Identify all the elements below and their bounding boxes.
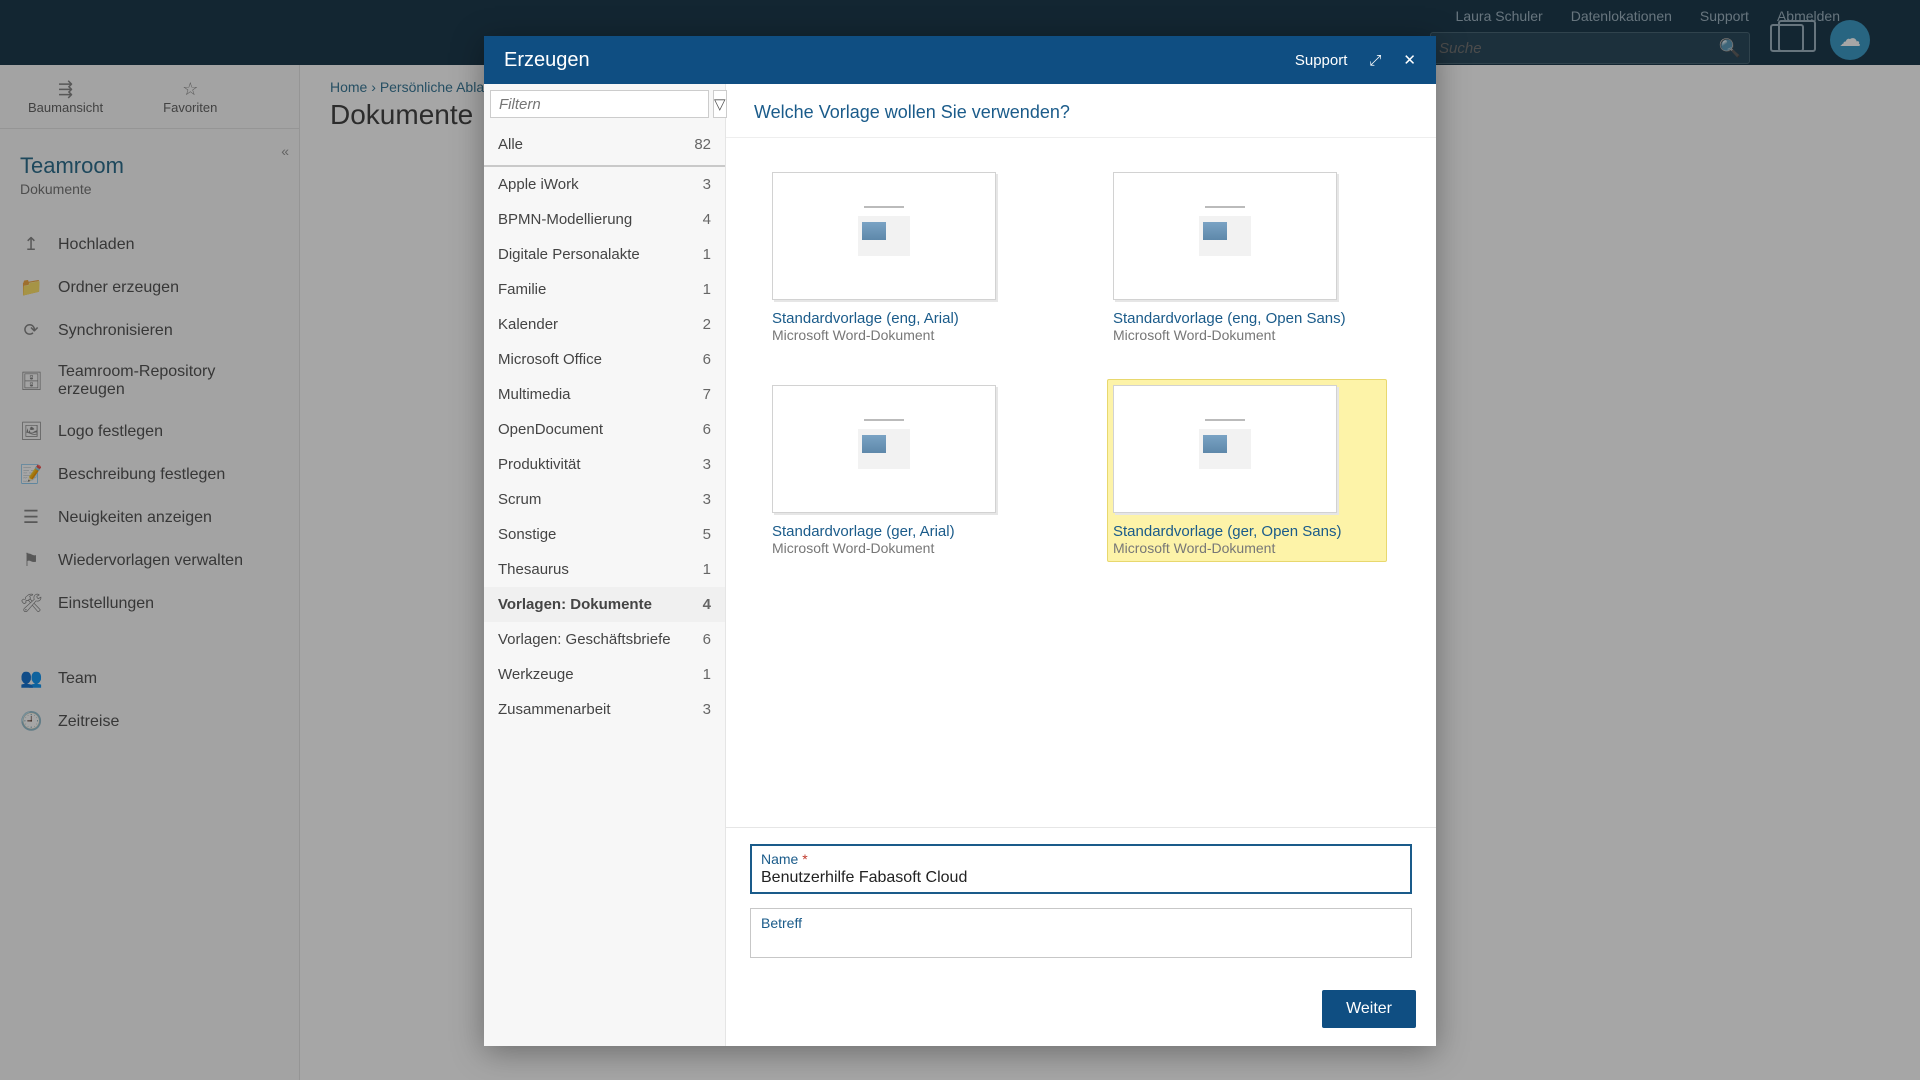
- template-name: Standardvorlage (ger, Arial): [772, 523, 1040, 540]
- category-label: OpenDocument: [498, 421, 603, 438]
- category-row[interactable]: Vorlagen: Dokumente 4: [484, 587, 725, 622]
- category-row[interactable]: Sonstige 5: [484, 517, 725, 552]
- template-question: Welche Vorlage wollen Sie verwenden?: [726, 84, 1436, 138]
- next-button[interactable]: Weiter: [1322, 990, 1416, 1028]
- category-all-count: 82: [694, 136, 711, 153]
- template-card[interactable]: Standardvorlage (eng, Arial)Microsoft Wo…: [766, 166, 1046, 349]
- category-all-label: Alle: [498, 136, 523, 153]
- modal-overlay[interactable]: Erzeugen Support ⤢ ✕ ▽ Alle 82 Apple iWo…: [0, 0, 1920, 1080]
- form-panel: Name * Betreff: [726, 827, 1436, 980]
- category-count: 3: [703, 456, 711, 473]
- template-name: Standardvorlage (ger, Open Sans): [1113, 523, 1381, 540]
- template-card[interactable]: Standardvorlage (ger, Open Sans)Microsof…: [1107, 379, 1387, 562]
- category-count: 3: [703, 176, 711, 193]
- category-panel: ▽ Alle 82 Apple iWork 3 BPMN-Modellierung 4…: [484, 84, 726, 1046]
- category-count: 4: [703, 211, 711, 228]
- category-count: 1: [703, 281, 711, 298]
- category-row[interactable]: Digitale Personalakte 1: [484, 237, 725, 272]
- category-label: Multimedia: [498, 386, 571, 403]
- category-row[interactable]: Produktivität 3: [484, 447, 725, 482]
- template-thumb: [1113, 385, 1337, 513]
- category-label: Apple iWork: [498, 176, 579, 193]
- template-thumb: [772, 385, 996, 513]
- category-filter-input[interactable]: [490, 90, 709, 118]
- category-row[interactable]: Multimedia 7: [484, 377, 725, 412]
- template-grid: Standardvorlage (eng, Arial)Microsoft Wo…: [726, 138, 1436, 827]
- category-count: 6: [703, 421, 711, 438]
- close-icon[interactable]: ✕: [1403, 51, 1416, 69]
- category-label: Scrum: [498, 491, 541, 508]
- betreff-input[interactable]: [761, 933, 1401, 951]
- category-label: Produktivität: [498, 456, 581, 473]
- category-label: Microsoft Office: [498, 351, 602, 368]
- template-thumb: [772, 172, 996, 300]
- template-card[interactable]: Standardvorlage (eng, Open Sans)Microsof…: [1107, 166, 1387, 349]
- category-count: 5: [703, 526, 711, 543]
- category-all[interactable]: Alle 82: [484, 124, 725, 167]
- category-row[interactable]: Apple iWork 3: [484, 167, 725, 202]
- name-field[interactable]: Name *: [750, 844, 1412, 894]
- category-row[interactable]: Scrum 3: [484, 482, 725, 517]
- template-type: Microsoft Word-Dokument: [772, 327, 1040, 343]
- category-label: Vorlagen: Dokumente: [498, 596, 652, 613]
- category-row[interactable]: Vorlagen: Geschäftsbriefe 6: [484, 622, 725, 657]
- template-type: Microsoft Word-Dokument: [1113, 327, 1381, 343]
- modal-support[interactable]: Support: [1295, 52, 1348, 69]
- category-label: Digitale Personalakte: [498, 246, 640, 263]
- category-count: 6: [703, 631, 711, 648]
- modal-header: Erzeugen Support ⤢ ✕: [484, 36, 1436, 84]
- betreff-field[interactable]: Betreff: [750, 908, 1412, 958]
- template-card[interactable]: Standardvorlage (ger, Arial)Microsoft Wo…: [766, 379, 1046, 562]
- category-row[interactable]: Microsoft Office 6: [484, 342, 725, 377]
- category-label: Thesaurus: [498, 561, 569, 578]
- category-row[interactable]: Familie 1: [484, 272, 725, 307]
- category-row[interactable]: Zusammenarbeit 3: [484, 692, 725, 727]
- category-row[interactable]: BPMN-Modellierung 4: [484, 202, 725, 237]
- category-label: Sonstige: [498, 526, 556, 543]
- category-row[interactable]: Kalender 2: [484, 307, 725, 342]
- category-label: Kalender: [498, 316, 558, 333]
- required-marker: *: [802, 851, 807, 867]
- modal-title: Erzeugen: [504, 49, 590, 72]
- category-count: 4: [703, 596, 711, 613]
- create-modal: Erzeugen Support ⤢ ✕ ▽ Alle 82 Apple iWo…: [484, 36, 1436, 1046]
- expand-icon[interactable]: ⤢: [1369, 52, 1381, 69]
- category-count: 2: [703, 316, 711, 333]
- template-panel: Welche Vorlage wollen Sie verwenden? Sta…: [726, 84, 1436, 1046]
- category-label: Vorlagen: Geschäftsbriefe: [498, 631, 671, 648]
- template-name: Standardvorlage (eng, Open Sans): [1113, 310, 1381, 327]
- category-label: Werkzeuge: [498, 666, 574, 683]
- betreff-label: Betreff: [761, 915, 802, 931]
- category-label: Familie: [498, 281, 546, 298]
- category-row[interactable]: Thesaurus 1: [484, 552, 725, 587]
- category-count: 3: [703, 491, 711, 508]
- category-row[interactable]: OpenDocument 6: [484, 412, 725, 447]
- name-label: Name: [761, 851, 798, 867]
- filter-icon[interactable]: ▽: [713, 90, 727, 118]
- category-count: 1: [703, 666, 711, 683]
- template-type: Microsoft Word-Dokument: [1113, 540, 1381, 556]
- category-count: 7: [703, 386, 711, 403]
- category-count: 1: [703, 246, 711, 263]
- category-label: BPMN-Modellierung: [498, 211, 632, 228]
- template-thumb: [1113, 172, 1337, 300]
- name-input[interactable]: [761, 869, 1401, 887]
- category-count: 3: [703, 701, 711, 718]
- category-row[interactable]: Werkzeuge 1: [484, 657, 725, 692]
- category-count: 6: [703, 351, 711, 368]
- template-name: Standardvorlage (eng, Arial): [772, 310, 1040, 327]
- category-label: Zusammenarbeit: [498, 701, 611, 718]
- template-type: Microsoft Word-Dokument: [772, 540, 1040, 556]
- category-count: 1: [703, 561, 711, 578]
